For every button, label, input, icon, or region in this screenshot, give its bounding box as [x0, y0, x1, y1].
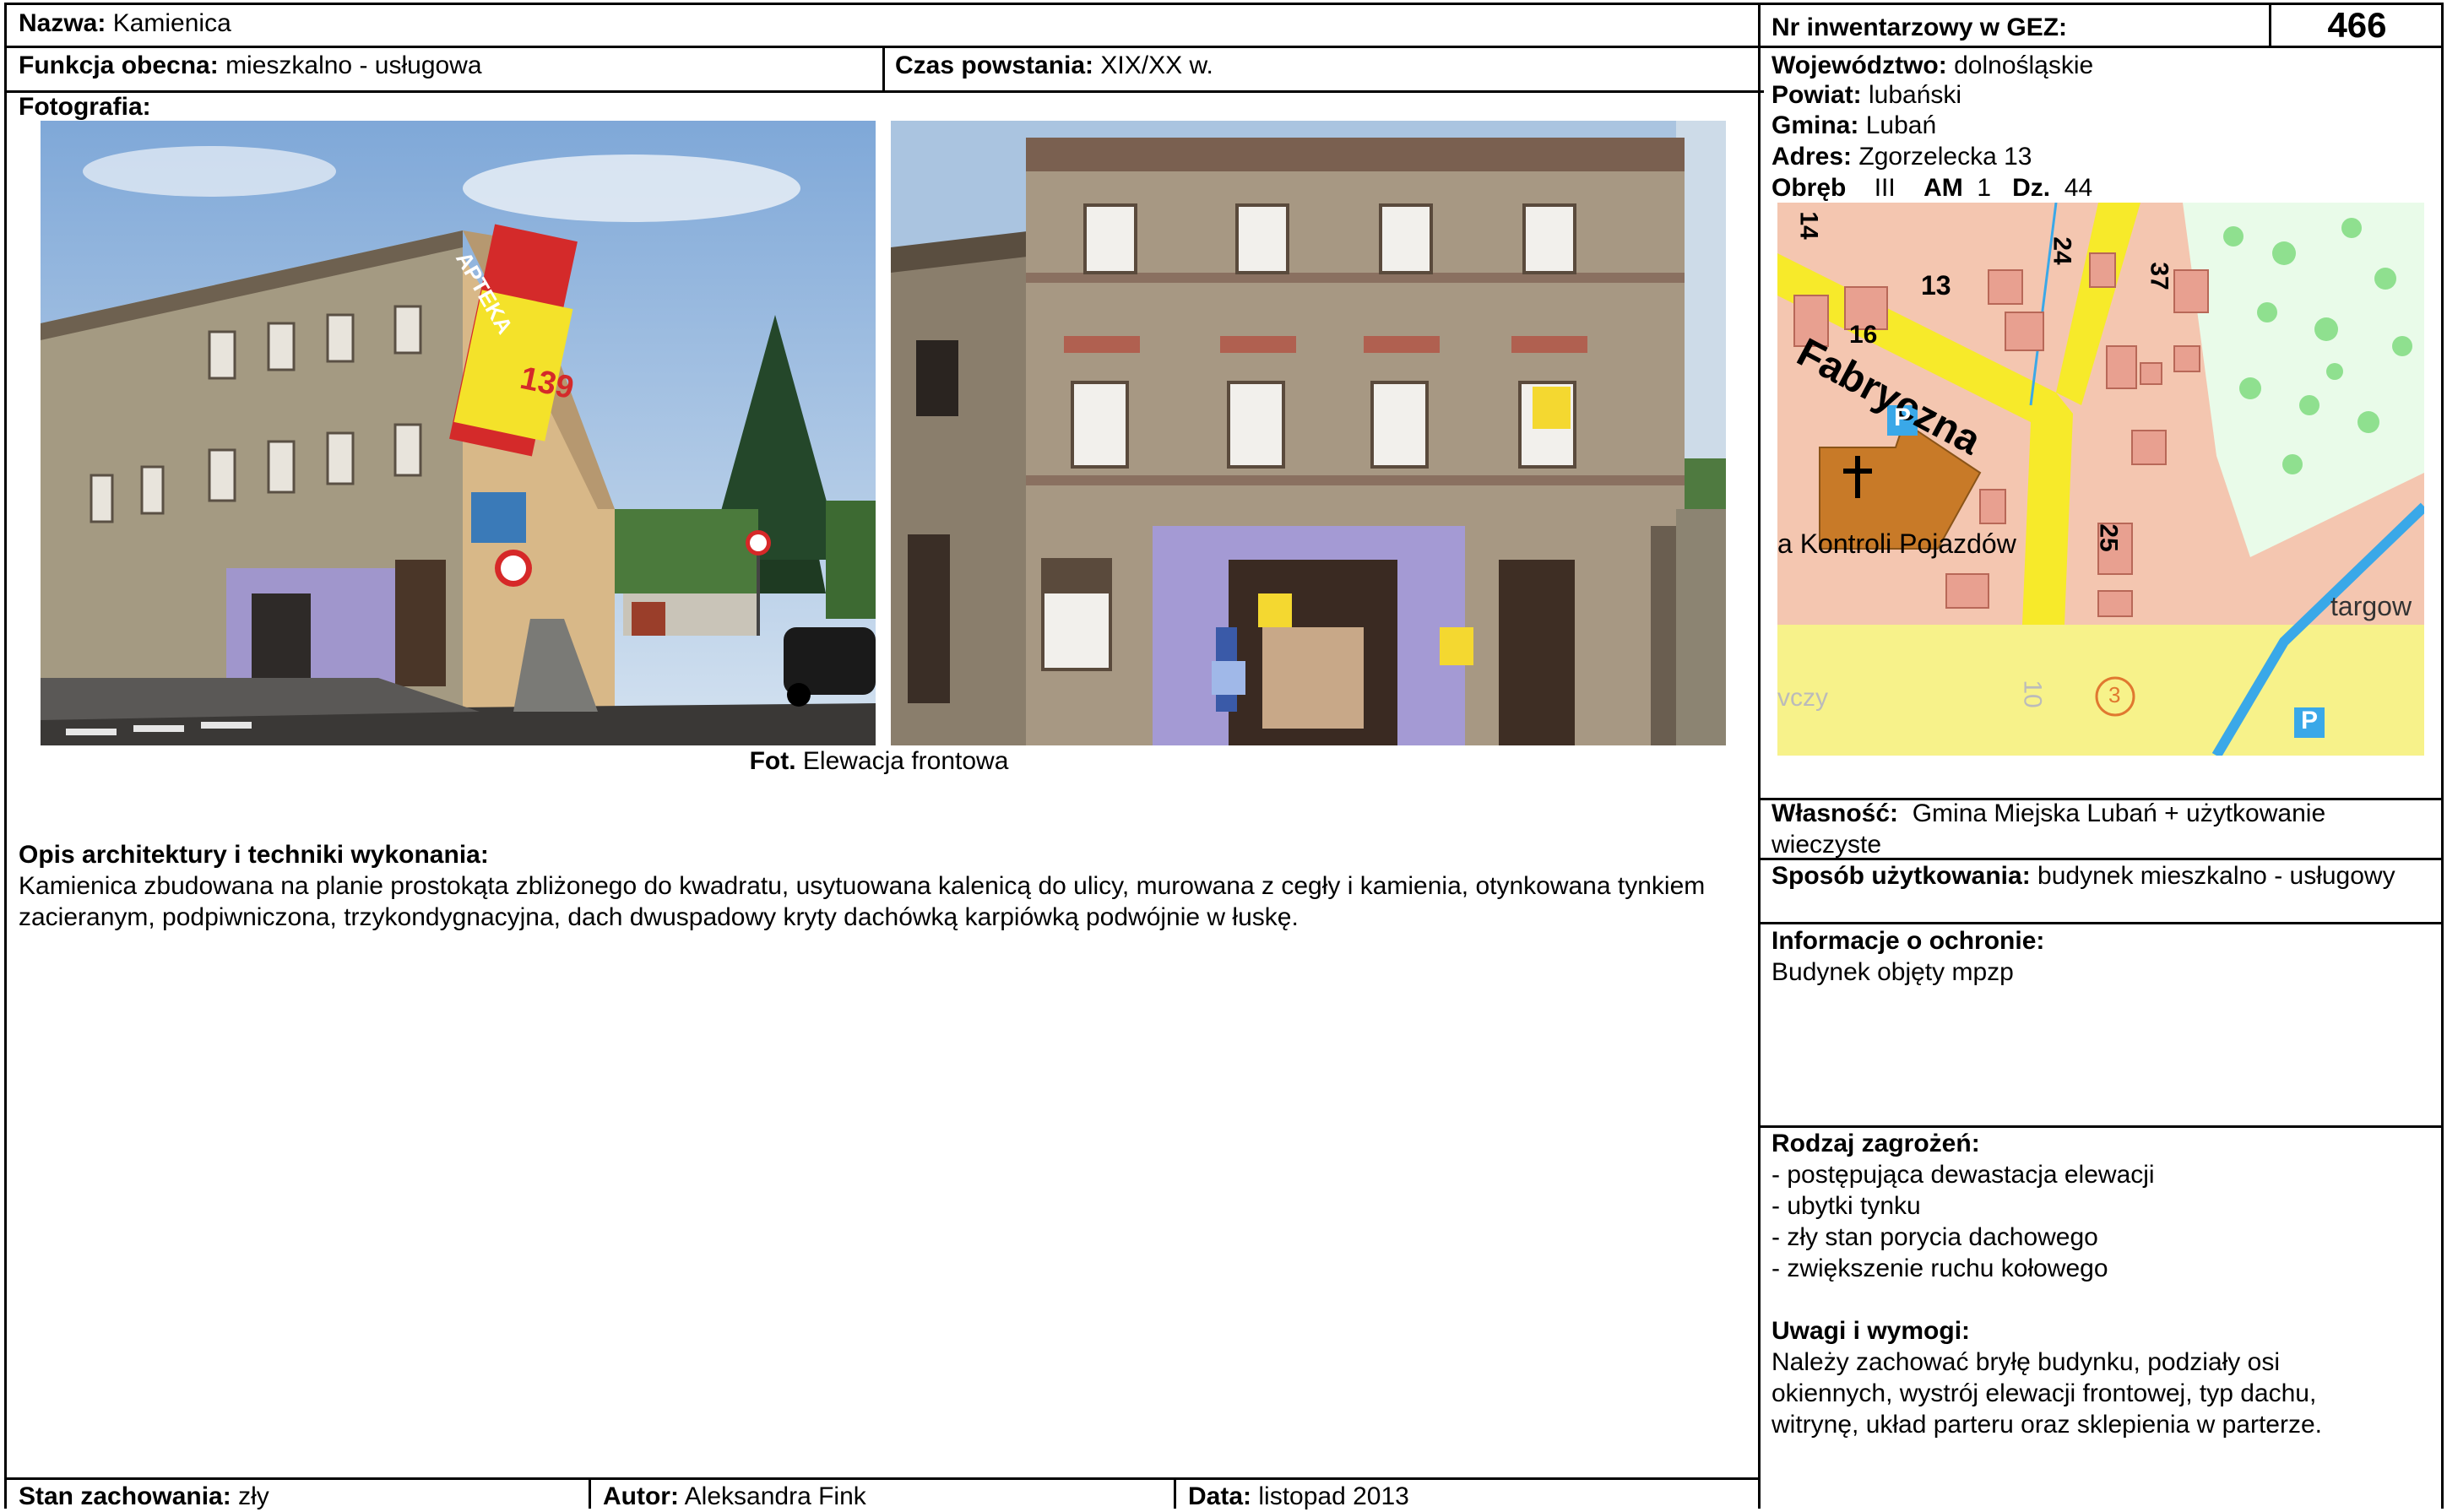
function-field: Funkcja obecna: mieszkalno - usługowa: [19, 50, 482, 81]
function-time-divider: [882, 46, 885, 90]
photo-caption: Fot. Elewacja frontowa: [749, 747, 1009, 775]
frame-right-border: [2441, 3, 2444, 1509]
footer-author-divider: [589, 1477, 591, 1509]
footer-top-divider: [4, 1477, 1760, 1480]
protection-value: Budynek objęty mpzp: [1771, 958, 2014, 986]
remarks-label: Uwagi i wymogi:: [1771, 1317, 1971, 1345]
map-parking-label-2: P: [2301, 707, 2319, 734]
date-field: Data: listopad 2013: [1188, 1482, 1409, 1510]
time-field: Czas powstania: XIX/XX w.: [895, 50, 1213, 81]
time-label: Czas powstania:: [895, 51, 1094, 79]
map-poi-label: a Kontroli Pojazdów: [1777, 528, 2016, 559]
cadastral-field: Obręb III AM 1 Dz. 44: [1771, 174, 2093, 202]
frame-top-border: [4, 3, 2444, 5]
map-graphic: [1777, 203, 2424, 756]
row1-divider: [4, 46, 2444, 48]
threat-item-4: - zwiększenie ruchu kołowego: [1771, 1255, 2108, 1282]
time-value: XIX/XX w.: [1100, 51, 1213, 79]
threat-item-2: - ubytki tynku: [1771, 1192, 1921, 1220]
photo-label: Fotografia:: [19, 93, 151, 121]
remarks-text: Należy zachować bryłę budynku, podziały …: [1771, 1348, 2322, 1439]
footer-date-divider: [1174, 1477, 1176, 1509]
map-corner-label: vczy: [1777, 684, 1828, 712]
inv-label: Nr inwentarzowy w GEZ:: [1771, 14, 2068, 41]
ownership-field: Własność: Gmina Miejska Lubań + użytkowa…: [1771, 799, 2326, 859]
commune-field: Gmina: Lubań: [1771, 111, 1937, 139]
main-column-divider: [1758, 3, 1761, 1509]
inv-number-divider: [2269, 3, 2271, 46]
protection-label: Informacje o ochronie:: [1771, 927, 2045, 955]
photo-building-corner: APTEKA 139: [41, 121, 876, 745]
usage-field: Sposób użytkowania: budynek mieszkalno -…: [1771, 862, 2395, 890]
name-value: Kamienica: [112, 9, 231, 37]
photo-front-elevation: [891, 121, 1726, 745]
description-text: Kamienica zbudowana na planie prostokąta…: [19, 872, 1706, 931]
map-targ-label: targow: [2330, 591, 2412, 621]
threat-item-3: - zły stan porycia dachowego: [1771, 1223, 2098, 1251]
county-field: Powiat: lubański: [1771, 81, 1962, 109]
threat-item-1: - postępująca dewastacja elewacji: [1771, 1161, 2155, 1189]
address-field: Adres: Zgorzelecka 13: [1771, 143, 2032, 171]
function-value: mieszkalno - usługowa: [225, 51, 482, 79]
map-number-16: 16: [1849, 321, 1878, 349]
usage-divider: [1759, 922, 2444, 924]
map-number-10: 10: [2018, 680, 2047, 708]
map-number-13: 13: [1921, 270, 1951, 301]
name-field: Nazwa: Kamienica: [19, 8, 231, 39]
voivodeship-field: Województwo: dolnośląskie: [1771, 51, 2094, 79]
author-field: Autor: Aleksandra Fink: [603, 1482, 866, 1510]
map-number-14: 14: [1794, 211, 1823, 240]
map-number-37: 37: [2145, 262, 2173, 290]
condition-field: Stan zachowania: zły: [19, 1482, 269, 1510]
threats-label: Rodzaj zagrożeń:: [1771, 1130, 1980, 1157]
inv-number: 466: [2327, 5, 2387, 45]
function-label: Funkcja obecna:: [19, 51, 219, 79]
map-number-24: 24: [2048, 236, 2076, 265]
location-map: Fabryczna a Kontroli Pojazdów targow vcz…: [1777, 203, 2424, 756]
map-parking-label: P: [1894, 404, 1912, 431]
map-number-3: 3: [2108, 682, 2121, 707]
map-number-25: 25: [2094, 523, 2123, 552]
description-label: Opis architektury i techniki wykonania:: [19, 841, 489, 869]
row2-divider: [4, 90, 1764, 93]
name-label: Nazwa:: [19, 9, 106, 37]
